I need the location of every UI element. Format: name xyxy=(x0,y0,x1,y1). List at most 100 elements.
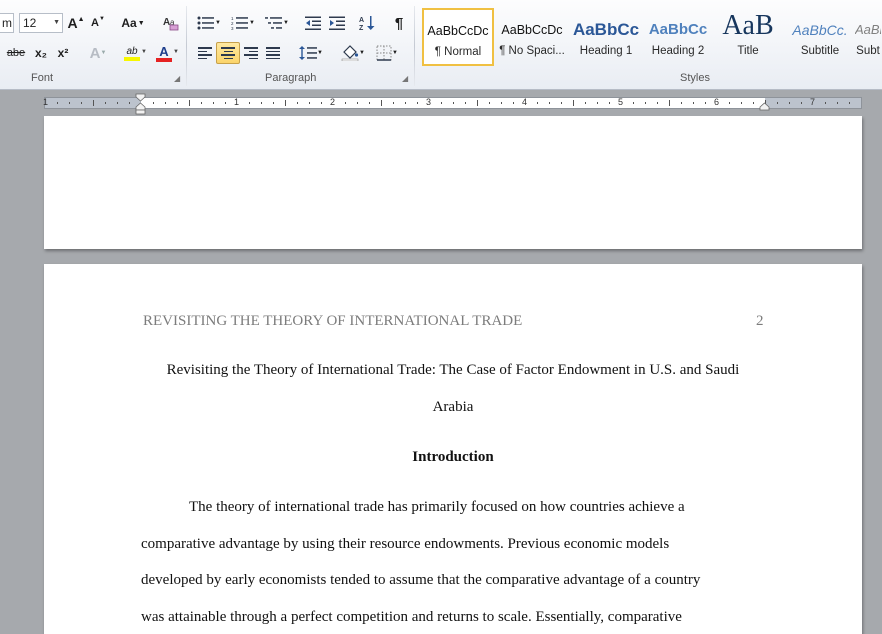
chevron-down-icon: ▼ xyxy=(100,50,107,56)
sort-icon: A Z xyxy=(359,16,375,31)
ruler-dot xyxy=(225,102,226,104)
numbering-button[interactable]: 1 2 3 ▼ xyxy=(228,12,258,34)
ruler-dot xyxy=(129,102,130,104)
caret-up-icon: ▲ xyxy=(77,15,85,23)
chevron-down-icon[interactable]: ▼ xyxy=(173,49,179,55)
ruler-dot xyxy=(837,102,838,104)
chevron-down-icon[interactable]: ▼ xyxy=(141,49,147,55)
clear-formatting-button[interactable]: A a xyxy=(160,12,182,34)
subscript-button[interactable]: x₂ xyxy=(32,42,50,64)
ruler-tick xyxy=(285,100,286,106)
superscript-button[interactable]: x² xyxy=(54,42,72,64)
document-area[interactable]: REVISITING THE THEORY OF INTERNATIONAL T… xyxy=(0,116,882,634)
ruler-dot xyxy=(357,102,358,104)
font-name-combo[interactable]: m xyxy=(0,13,14,33)
ruler-dot xyxy=(81,102,82,104)
multilevel-list-icon xyxy=(265,17,283,29)
decrease-indent-button[interactable] xyxy=(302,12,324,34)
font-size-combo[interactable]: 12 ▼ xyxy=(19,13,63,33)
shading-button[interactable]: ▼ xyxy=(338,42,368,64)
change-case-button[interactable]: Aa ▼ xyxy=(118,12,148,34)
body-line[interactable]: The theory of international trade has pr… xyxy=(189,499,685,516)
borders-icon xyxy=(376,45,392,61)
first-line-indent-marker[interactable] xyxy=(135,93,146,115)
grow-font-button[interactable]: A ▲ xyxy=(66,12,86,34)
line-spacing-button[interactable]: ▼ xyxy=(296,42,326,64)
ruler-dot xyxy=(465,102,466,104)
font-dialog-launcher-icon[interactable]: ◢ xyxy=(174,75,183,84)
body-line[interactable]: developed by early economists tended to … xyxy=(141,572,700,589)
ruler-number: 6 xyxy=(714,97,720,107)
numbered-list-icon: 1 2 3 xyxy=(231,16,249,30)
ruler-dot xyxy=(753,102,754,104)
ruler-dot xyxy=(297,102,298,104)
ruler-tick xyxy=(573,100,574,106)
running-header[interactable]: REVISITING THE THEORY OF INTERNATIONAL T… xyxy=(143,313,522,330)
right-indent-marker[interactable] xyxy=(759,102,770,112)
ruler-dot xyxy=(705,102,706,104)
style-subtle-emphasis[interactable]: AaBb Subt xyxy=(854,8,882,66)
ruler-dot xyxy=(801,102,802,104)
ruler-dot xyxy=(597,102,598,104)
ruler-number: 3 xyxy=(426,97,432,107)
multilevel-list-button[interactable]: ▼ xyxy=(262,12,292,34)
page-1[interactable] xyxy=(44,116,862,249)
align-left-icon xyxy=(198,47,212,59)
highlight-color-bar xyxy=(124,56,140,61)
ruler-dot xyxy=(213,102,214,104)
text-effects-button[interactable]: A ▼ xyxy=(86,42,110,64)
chevron-down-icon: ▼ xyxy=(249,20,255,26)
bullet-list-icon xyxy=(197,16,215,30)
ruler-dot xyxy=(633,102,634,104)
page-2[interactable]: REVISITING THE THEORY OF INTERNATIONAL T… xyxy=(44,264,862,634)
ruler-number: 4 xyxy=(522,97,528,107)
decrease-indent-icon xyxy=(305,16,321,30)
align-center-icon xyxy=(221,47,235,59)
align-center-button[interactable] xyxy=(216,42,240,64)
paint-bucket-icon xyxy=(341,45,359,61)
ruler-dot xyxy=(201,102,202,104)
ruler-dot xyxy=(273,102,274,104)
ruler-dot xyxy=(657,102,658,104)
ruler-dot xyxy=(741,102,742,104)
align-left-button[interactable] xyxy=(194,42,216,64)
ruler-tick xyxy=(477,100,478,106)
document-title-line-2[interactable]: Arabia xyxy=(144,399,762,416)
clear-formatting-icon: A a xyxy=(163,17,179,31)
style-title[interactable]: AaB Title xyxy=(712,8,784,66)
borders-button[interactable]: ▼ xyxy=(372,42,402,64)
styles-group-label: Styles xyxy=(680,72,710,84)
ruler-dot xyxy=(777,102,778,104)
body-line[interactable]: comparative advantage by using their res… xyxy=(141,536,669,553)
ruler-dot xyxy=(417,102,418,104)
justify-button[interactable] xyxy=(262,42,284,64)
paragraph-dialog-launcher-icon[interactable]: ◢ xyxy=(402,75,411,84)
style-heading-2[interactable]: AaBbCc Heading 2 xyxy=(642,8,714,66)
ruler-dot xyxy=(789,102,790,104)
show-formatting-marks-button[interactable]: ¶ xyxy=(388,12,410,34)
chevron-down-icon: ▼ xyxy=(359,50,365,56)
sort-button[interactable]: A Z xyxy=(356,12,378,34)
style-normal[interactable]: AaBbCcDc ¶ Normal xyxy=(422,8,494,66)
page-number[interactable]: 2 xyxy=(756,313,764,330)
align-right-button[interactable] xyxy=(240,42,262,64)
increase-indent-button[interactable] xyxy=(326,12,348,34)
style-no-spacing[interactable]: AaBbCcDc ¶ No Spaci... xyxy=(496,8,568,66)
style-heading-1[interactable]: AaBbCc Heading 1 xyxy=(570,8,642,66)
document-title-line-1[interactable]: Revisiting the Theory of International T… xyxy=(144,362,762,379)
bullets-button[interactable]: ▼ xyxy=(194,12,224,34)
strikethrough-button[interactable]: abe xyxy=(4,42,28,64)
ruler-dot xyxy=(117,102,118,104)
paragraph-group-label: Paragraph xyxy=(265,72,317,84)
ruler-dot xyxy=(105,102,106,104)
body-line[interactable]: was attainable through a perfect competi… xyxy=(141,609,682,626)
ruler-dot xyxy=(369,102,370,104)
ruler-dot xyxy=(261,102,262,104)
section-heading[interactable]: Introduction xyxy=(144,449,762,466)
ruler-tick xyxy=(189,100,190,106)
ruler-dot xyxy=(645,102,646,104)
horizontal-ruler[interactable]: 1 1 2 3 4 5 6 7 xyxy=(0,91,882,115)
shrink-font-button[interactable]: A ▼ xyxy=(88,12,108,34)
svg-text:A: A xyxy=(359,17,364,24)
style-subtitle[interactable]: AaBbCc. Subtitle xyxy=(784,8,856,66)
